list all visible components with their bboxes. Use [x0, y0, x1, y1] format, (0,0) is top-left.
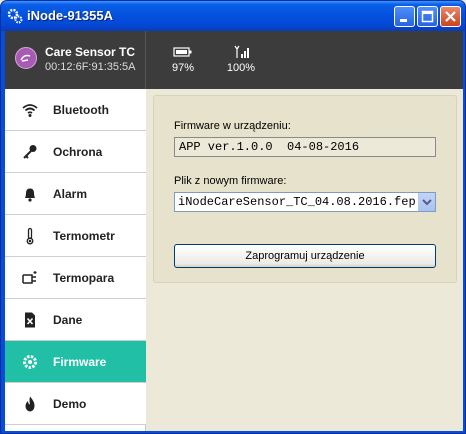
device-mac: 00:12:6F:91:35:5A: [45, 61, 136, 73]
sidebar-item-label: Bluetooth: [53, 103, 109, 117]
key-icon: [23, 145, 37, 159]
minimize-button[interactable]: [394, 6, 415, 27]
flame-icon: [25, 396, 35, 412]
thermometer-icon: [26, 227, 34, 245]
sidebar-item-firmware[interactable]: Firmware: [5, 341, 146, 383]
firmware-file-select[interactable]: iNodeCareSensor_TC_04.08.2016.fep: [174, 192, 436, 212]
sidebar-item-label: Ochrona: [53, 145, 103, 159]
header-divider: [145, 31, 146, 89]
maximize-button[interactable]: [417, 6, 438, 27]
app-window: iNode-91355A Care Sensor TC 00:12:6F:91:…: [0, 0, 466, 434]
sidebar-item-termometr[interactable]: Termometr: [5, 215, 146, 257]
signal-value: 100%: [226, 62, 256, 74]
device-header: Care Sensor TC 00:12:6F:91:35:5A 97% 100…: [5, 31, 463, 89]
sidebar-item-dane[interactable]: Dane: [5, 299, 146, 341]
sidebar-item-demo[interactable]: Demo: [5, 383, 146, 425]
data-file-icon: [25, 312, 35, 328]
sidebar-item-label: Termopara: [53, 271, 115, 285]
maximize-icon: [421, 10, 434, 23]
app-gear-icon: [7, 8, 23, 24]
gear-icon: [23, 355, 37, 369]
close-icon: [445, 11, 456, 22]
program-device-button[interactable]: Zaprogramuj urządzenie: [174, 244, 436, 268]
close-button[interactable]: [440, 6, 461, 27]
window-title: iNode-91355A: [27, 8, 113, 23]
sidebar-item-bluetooth[interactable]: Bluetooth: [5, 89, 146, 131]
device-firmware-field: APP ver.1.0.0 04-08-2016: [174, 137, 436, 157]
device-firmware-label: Firmware w urządzeniu:: [174, 120, 291, 132]
sidebar-item-label: Termometr: [53, 229, 115, 243]
dropdown-button[interactable]: [418, 193, 435, 211]
care-sensor-icon: [20, 54, 31, 62]
device-avatar: [15, 47, 37, 69]
sidebar-item-label: Firmware: [53, 355, 107, 369]
client-area: Care Sensor TC 00:12:6F:91:35:5A 97% 100…: [5, 31, 463, 431]
sidebar-item-label: Demo: [53, 397, 87, 411]
battery-value: 97%: [171, 62, 195, 74]
firmware-panel: Firmware w urządzeniu: APP ver.1.0.0 04-…: [153, 95, 457, 283]
sidebar-item-label: Dane: [53, 313, 83, 327]
chevron-down-icon: [422, 199, 432, 206]
sidebar-item-label: Alarm: [53, 187, 88, 201]
signal-icon: [234, 45, 249, 58]
device-name: Care Sensor TC: [45, 45, 136, 59]
wifi-icon: [22, 104, 38, 117]
sidebar-item-alarm[interactable]: Alarm: [5, 173, 146, 215]
minimize-icon: [400, 19, 407, 22]
thermocouple-icon: [22, 271, 37, 284]
firmware-file-value: iNodeCareSensor_TC_04.08.2016.fep: [178, 195, 416, 209]
battery-status: 97%: [163, 45, 203, 74]
sidebar: Bluetooth Ochrona Alarm Termometr Termop…: [5, 89, 146, 431]
sidebar-item-termopara[interactable]: Termopara: [5, 257, 146, 299]
signal-status: 100%: [221, 45, 261, 74]
bell-icon: [25, 188, 35, 202]
sidebar-item-ochrona[interactable]: Ochrona: [5, 131, 146, 173]
firmware-file-label: Plik z nowym firmware:: [174, 175, 287, 187]
battery-icon: [173, 47, 192, 57]
title-bar[interactable]: iNode-91355A: [1, 1, 465, 31]
